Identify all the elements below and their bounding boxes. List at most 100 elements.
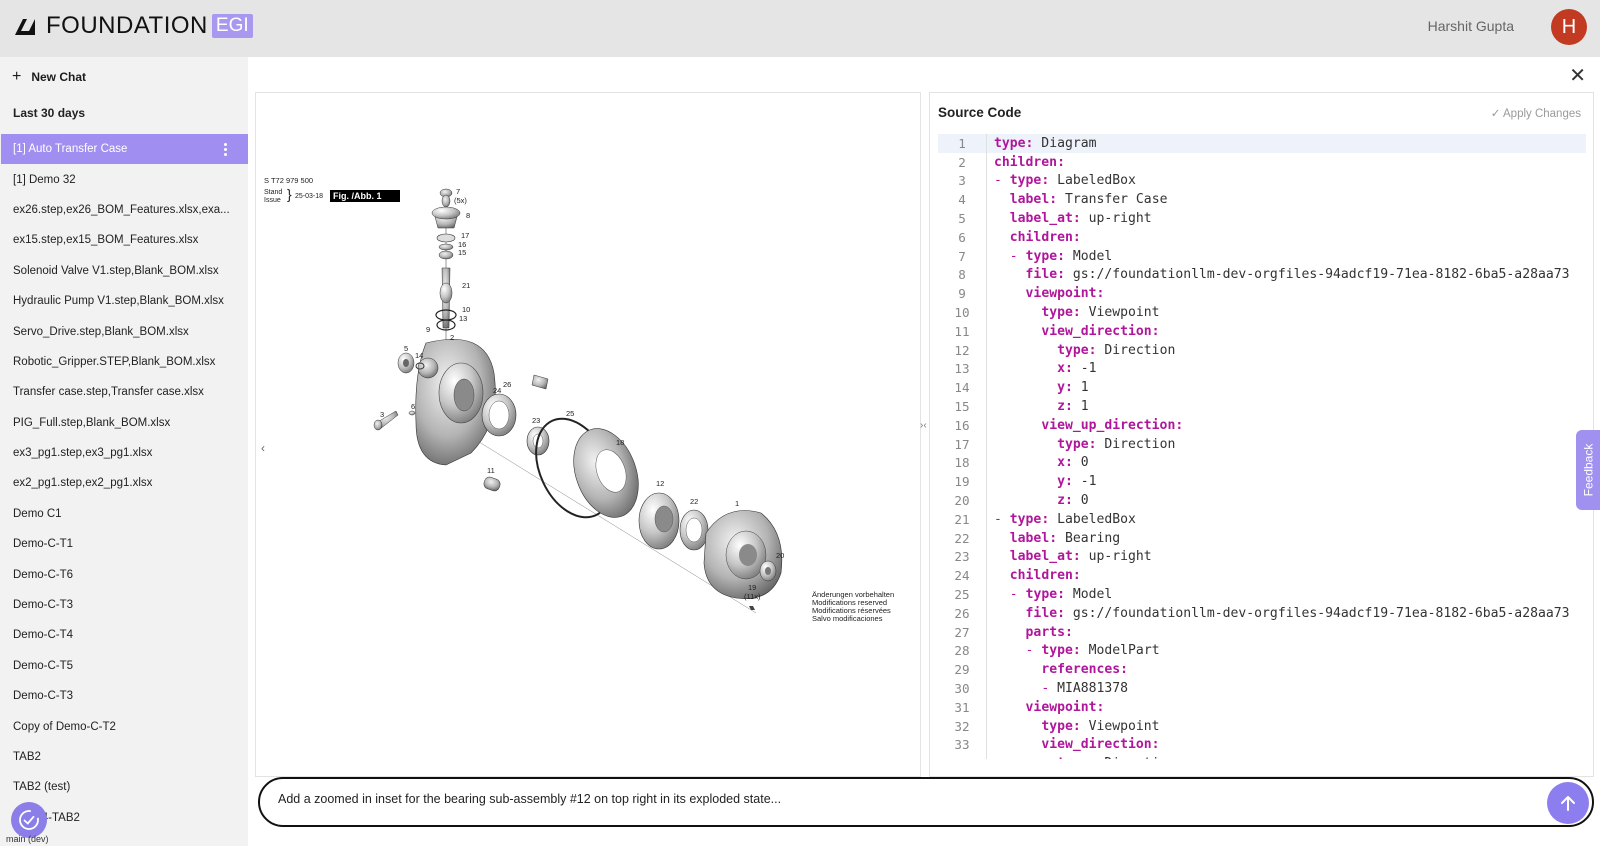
code-line: 11 view_direction: bbox=[938, 321, 1586, 341]
callout-11x: (11x) bbox=[744, 592, 761, 601]
disclaimer-notes: Änderungen vorbehalten Modifications res… bbox=[812, 590, 894, 623]
chat-history-label: Hydraulic Pump V1.step,Blank_BOM.xlsx bbox=[13, 295, 224, 308]
line-number: 28 bbox=[954, 643, 970, 659]
part-24-inner bbox=[488, 400, 510, 430]
chat-history-label: TAB2 (test) bbox=[13, 781, 71, 794]
chat-history-item[interactable]: TAB2 bbox=[1, 742, 248, 772]
chat-history-item[interactable]: [1] Demo 32 bbox=[1, 164, 248, 194]
chat-history-item[interactable]: Demo-C-T4 bbox=[1, 620, 248, 650]
brand-logo[interactable]: FOUNDATION EGI bbox=[12, 12, 253, 40]
callout-19: 19 bbox=[748, 583, 756, 592]
code-text: view_direction: bbox=[1041, 323, 1160, 339]
chat-history-item[interactable]: Demo-C-T1 bbox=[1, 529, 248, 559]
line-number: 24 bbox=[954, 568, 970, 584]
plus-icon: + bbox=[12, 68, 22, 85]
line-number: 32 bbox=[954, 718, 970, 734]
assistant-fab-button[interactable] bbox=[11, 802, 47, 838]
chat-history-item[interactable]: ex3_pg1.step,ex3_pg1.xlsx bbox=[1, 438, 248, 468]
callout-5: 5 bbox=[404, 344, 408, 353]
part-20-hole bbox=[765, 567, 771, 575]
chat-history-item[interactable]: Hydraulic Pump V1.step,Blank_BOM.xlsx bbox=[1, 286, 248, 316]
line-number: 33 bbox=[954, 737, 970, 753]
chat-history-item[interactable]: Transfer case.step,Transfer case.xlsx bbox=[1, 377, 248, 407]
callout-20: 20 bbox=[776, 551, 784, 560]
code-gutter bbox=[986, 190, 994, 210]
send-button[interactable] bbox=[1547, 782, 1589, 824]
line-number: 13 bbox=[954, 361, 970, 377]
code-editor[interactable]: 1 type: Diagram 2 children: 3 - type: Labeled… bbox=[938, 134, 1586, 759]
code-text: - type: LabeledBox bbox=[994, 511, 1136, 527]
line-number: 6 bbox=[958, 229, 966, 245]
callout-3: 3 bbox=[380, 410, 384, 419]
line-number: 4 bbox=[958, 192, 966, 208]
chat-history-item[interactable]: Demo-C-T6 bbox=[1, 559, 248, 589]
avatar[interactable]: H bbox=[1551, 9, 1587, 45]
more-options-icon[interactable] bbox=[224, 141, 230, 158]
code-gutter bbox=[986, 641, 994, 661]
code-gutter bbox=[986, 152, 994, 172]
code-line: 28 - type: ModelPart bbox=[938, 641, 1586, 661]
chat-history-item[interactable]: TAB2 (test) bbox=[1, 772, 248, 802]
stand-label: Stand bbox=[264, 189, 282, 196]
apply-changes-label: Apply Changes bbox=[1503, 108, 1581, 120]
chat-history-label: Demo C1 bbox=[13, 507, 62, 520]
part-21-gear bbox=[439, 282, 453, 304]
code-gutter bbox=[986, 735, 994, 755]
code-gutter bbox=[986, 566, 994, 586]
code-line: 17 type: Direction bbox=[938, 434, 1586, 454]
line-number: 26 bbox=[954, 605, 970, 621]
line-number: 17 bbox=[954, 436, 970, 452]
chat-history-item[interactable]: Servo_Drive.step,Blank_BOM.xlsx bbox=[1, 316, 248, 346]
code-text: label: Bearing bbox=[1009, 530, 1121, 546]
code-gutter bbox=[986, 378, 994, 398]
line-number: 8 bbox=[958, 267, 966, 283]
chat-history-item[interactable]: Demo-C-T3 bbox=[1, 590, 248, 620]
chat-history-item[interactable]: Demo-C-T3 bbox=[1, 681, 248, 711]
part-7-shaft bbox=[441, 194, 451, 208]
code-text: - type: Model bbox=[1009, 587, 1113, 603]
panel-resize-handle[interactable]: ›‹ bbox=[920, 420, 927, 431]
chat-history-item[interactable]: Demo C1 bbox=[1, 499, 248, 529]
chat-history-item[interactable]: PIG_Full.step,Blank_BOM.xlsx bbox=[1, 408, 248, 438]
code-text: type: Viewpoint bbox=[1041, 718, 1160, 734]
line-number: 34 bbox=[938, 756, 986, 759]
line-number: 16 bbox=[954, 417, 970, 433]
code-gutter bbox=[986, 528, 994, 548]
chat-history-item[interactable]: ex26.step,ex26_BOM_Features.xlsx,exa... bbox=[1, 195, 248, 225]
chat-input[interactable] bbox=[278, 792, 1478, 806]
brand-badge: EGI bbox=[211, 14, 253, 38]
code-text: children: bbox=[1009, 568, 1081, 584]
code-line: 25 - type: Model bbox=[938, 585, 1586, 604]
chat-history-item[interactable]: Demo-C-T5 bbox=[1, 651, 248, 681]
line-number: 22 bbox=[954, 530, 970, 546]
code-gutter bbox=[986, 340, 994, 360]
code-line: 27 parts: bbox=[938, 622, 1586, 642]
new-chat-button[interactable]: + New Chat bbox=[12, 68, 86, 85]
code-text: x: -1 bbox=[1057, 361, 1097, 377]
chat-history-item[interactable]: ex2_pg1.step,ex2_pg1.xlsx bbox=[1, 468, 248, 498]
apply-changes-button[interactable]: ✓ Apply Changes bbox=[1491, 106, 1581, 120]
part-number: S T72 979 500 bbox=[264, 176, 313, 185]
source-code-panel: Source Code ✓ Apply Changes 1 type: Diagr… bbox=[929, 92, 1594, 777]
chat-history-item[interactable]: Solenoid Valve V1.step,Blank_BOM.xlsx bbox=[1, 256, 248, 286]
housing-bore-inner bbox=[453, 378, 475, 412]
part-17 bbox=[436, 233, 456, 243]
close-icon[interactable]: ✕ bbox=[1569, 63, 1586, 88]
code-line: 12 type: Direction bbox=[938, 340, 1586, 360]
chat-history-label: Transfer case.step,Transfer case.xlsx bbox=[13, 386, 204, 399]
brace-glyph: } bbox=[287, 186, 292, 202]
chat-history-label: PIG_Full.step,Blank_BOM.xlsx bbox=[13, 416, 171, 429]
chat-history-label: ex15.step,ex15_BOM_Features.xlsx bbox=[13, 234, 199, 247]
refresh-check-icon bbox=[19, 810, 39, 830]
chat-history-label: Demo-C-T3 bbox=[13, 599, 74, 612]
chat-history-label: [1] Demo 32 bbox=[13, 173, 76, 186]
code-text: parts: bbox=[1025, 624, 1073, 640]
callout-9: 9 bbox=[426, 325, 430, 334]
chat-history-item[interactable]: Robotic_Gripper.STEP,Blank_BOM.xlsx bbox=[1, 347, 248, 377]
chat-history-label: ex3_pg1.step,ex3_pg1.xlsx bbox=[13, 447, 153, 460]
chat-history-item[interactable]: ex15.step,ex15_BOM_Features.xlsx bbox=[1, 225, 248, 255]
chat-history-item[interactable]: [1] Auto Transfer Case bbox=[1, 134, 248, 165]
chat-history-item[interactable]: Copy of Demo-C-T2 bbox=[1, 711, 248, 741]
feedback-tab[interactable]: Feedback bbox=[1576, 430, 1600, 510]
callout-14: 14 bbox=[415, 351, 423, 360]
